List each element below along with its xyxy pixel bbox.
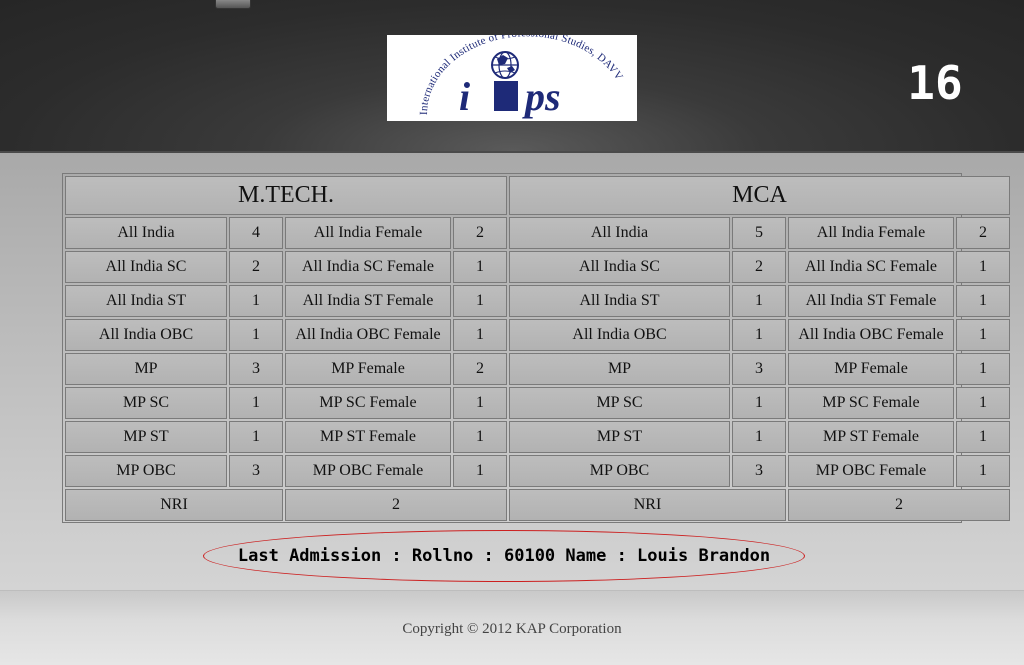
mca-seats-cell: 5 — [732, 217, 786, 249]
svg-text:ps: ps — [522, 74, 561, 119]
mca-seats-cell: 1 — [732, 421, 786, 453]
mca-seats-cell: 3 — [732, 455, 786, 487]
mca-female-seats-cell: 2 — [956, 217, 1010, 249]
mtech-female-category-cell: MP SC Female — [285, 387, 451, 419]
mtech-female-category-cell: All India OBC Female — [285, 319, 451, 351]
mtech-seats-cell: 3 — [229, 353, 283, 385]
mtech-category-cell: MP OBC — [65, 455, 227, 487]
mtech-female-seats-cell: 1 — [453, 319, 507, 351]
mca-category-cell: MP SC — [509, 387, 730, 419]
mtech-female-category-cell: MP ST Female — [285, 421, 451, 453]
mca-female-category-cell: MP OBC Female — [788, 455, 954, 487]
mtech-female-seats-cell: 1 — [453, 251, 507, 283]
main-content: M.TECH. MCA All India 4 All India Female 2 A… — [0, 153, 1024, 590]
mtech-category-cell: MP ST — [65, 421, 227, 453]
svg-text:i: i — [459, 74, 470, 119]
mtech-category-cell: MP — [65, 353, 227, 385]
mtech-female-seats-cell: 1 — [453, 285, 507, 317]
mca-seats-cell: 3 — [732, 353, 786, 385]
mtech-seats-cell: 1 — [229, 421, 283, 453]
globe-icon — [491, 51, 519, 79]
mtech-seats-cell: 3 — [229, 455, 283, 487]
mca-category-cell: MP OBC — [509, 455, 730, 487]
mca-category-cell: All India ST — [509, 285, 730, 317]
mca-female-category-cell: All India ST Female — [788, 285, 954, 317]
logo-arc-text: International Institute of Professional … — [418, 35, 625, 115]
top-tab-handle[interactable] — [215, 0, 251, 9]
mtech-female-category-cell: All India ST Female — [285, 285, 451, 317]
mca-female-category-cell: All India OBC Female — [788, 319, 954, 351]
mtech-seats-cell: 2 — [229, 251, 283, 283]
header: International Institute of Professional … — [0, 0, 1024, 151]
mtech-nri-label: NRI — [65, 489, 283, 521]
mtech-category-cell: All India OBC — [65, 319, 227, 351]
mtech-female-seats-cell: 1 — [453, 421, 507, 453]
mtech-female-seats-cell: 2 — [453, 217, 507, 249]
svg-text:International Institute of Pro: International Institute of Professional … — [418, 35, 625, 115]
mtech-female-category-cell: All India SC Female — [285, 251, 451, 283]
mtech-nri-seats: 2 — [285, 489, 507, 521]
mca-female-seats-cell: 1 — [956, 285, 1010, 317]
mca-female-category-cell: MP ST Female — [788, 421, 954, 453]
mca-female-seats-cell: 1 — [956, 353, 1010, 385]
mtech-female-category-cell: All India Female — [285, 217, 451, 249]
mca-female-category-cell: All India Female — [788, 217, 954, 249]
mtech-seats-cell: 4 — [229, 217, 283, 249]
mca-nri-seats: 2 — [788, 489, 1010, 521]
mtech-seats-cell: 1 — [229, 319, 283, 351]
mca-female-seats-cell: 1 — [956, 319, 1010, 351]
mca-female-seats-cell: 1 — [956, 387, 1010, 419]
mca-female-category-cell: MP Female — [788, 353, 954, 385]
mca-female-category-cell: All India SC Female — [788, 251, 954, 283]
mtech-seats-cell: 1 — [229, 387, 283, 419]
mca-seats-cell: 2 — [732, 251, 786, 283]
mca-heading: MCA — [509, 176, 1010, 215]
footer: Copyright © 2012 KAP Corporation — [0, 590, 1024, 665]
copyright-text: Copyright © 2012 KAP Corporation — [402, 621, 622, 637]
mca-female-seats-cell: 1 — [956, 421, 1010, 453]
mca-category-cell: MP ST — [509, 421, 730, 453]
mca-category-cell: All India OBC — [509, 319, 730, 351]
mtech-heading: M.TECH. — [65, 176, 507, 215]
mca-seats-cell: 1 — [732, 387, 786, 419]
mtech-female-seats-cell: 2 — [453, 353, 507, 385]
mca-seats-cell: 1 — [732, 285, 786, 317]
mtech-seats-cell: 1 — [229, 285, 283, 317]
visitor-counter: 16 — [907, 56, 963, 110]
mtech-female-seats-cell: 1 — [453, 455, 507, 487]
seat-table: M.TECH. MCA All India 4 All India Female 2 A… — [62, 173, 1010, 523]
iips-logo: International Institute of Professional … — [387, 35, 637, 121]
mca-nri-label: NRI — [509, 489, 786, 521]
mtech-category-cell: MP SC — [65, 387, 227, 419]
mtech-female-seats-cell: 1 — [453, 387, 507, 419]
mca-category-cell: MP — [509, 353, 730, 385]
mca-seats-cell: 1 — [732, 319, 786, 351]
mtech-female-category-cell: MP Female — [285, 353, 451, 385]
mtech-category-cell: All India SC — [65, 251, 227, 283]
mtech-category-cell: All India — [65, 217, 227, 249]
mtech-category-cell: All India ST — [65, 285, 227, 317]
mtech-female-category-cell: MP OBC Female — [285, 455, 451, 487]
mca-category-cell: All India SC — [509, 251, 730, 283]
mca-female-seats-cell: 1 — [956, 251, 1010, 283]
mca-female-category-cell: MP SC Female — [788, 387, 954, 419]
mca-female-seats-cell: 1 — [956, 455, 1010, 487]
mca-category-cell: All India — [509, 217, 730, 249]
last-admission-banner: Last Admission : Rollno : 60100 Name : L… — [203, 530, 805, 582]
